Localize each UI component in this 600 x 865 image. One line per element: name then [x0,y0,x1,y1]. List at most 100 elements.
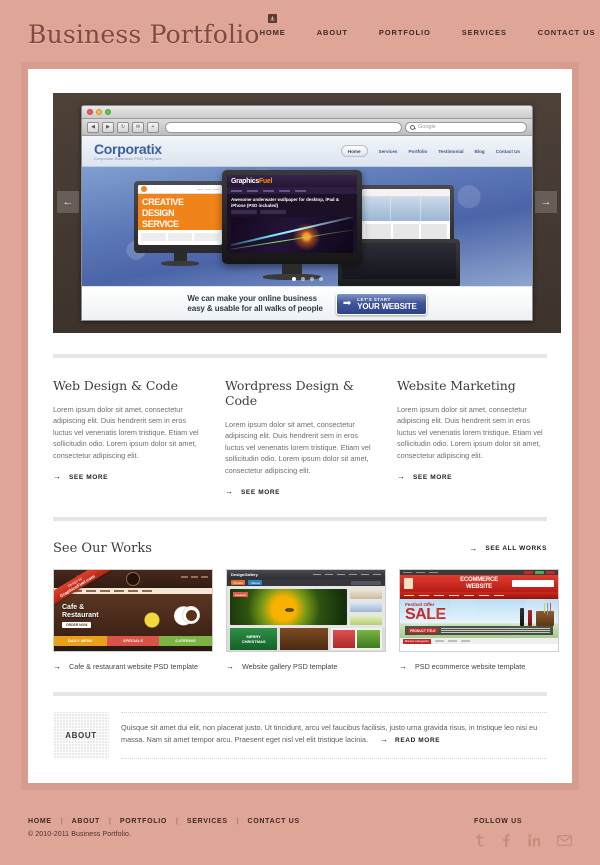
mock-nav-contact-us[interactable]: Contact Us [496,149,520,154]
work-thumbnail-ecommerce[interactable]: ECOMMERCE WEBSITE Festival Offer SALE PR… [399,569,559,653]
search-placeholder: Google [418,124,436,130]
monitor-left-text: CREATIVE DESIGN SERVICE [138,194,222,230]
bookmark-button[interactable]: ✉ [132,121,144,133]
nav-item-services[interactable]: SERVICES [462,29,507,37]
service-column: Wordpress Design & Code Lorem ipsum dolo… [225,378,375,496]
service-title: Web Design & Code [53,378,178,393]
footer-link-portfolio[interactable]: PORTFOLIO [120,818,167,825]
nav-item-portfolio[interactable]: PORTFOLIO [379,29,431,37]
shot-tag-photos: Photos [231,580,246,586]
back-button[interactable]: ◀ [87,121,99,133]
mock-nav-services[interactable]: Services [379,149,398,154]
cta-button-line2: YOUR WEBSITE [357,301,417,311]
mock-nav-blog[interactable]: Blog [475,149,485,154]
footer-link-about[interactable]: ABOUT [72,818,100,825]
nav-item-home[interactable]: HOME [260,14,286,37]
work-item[interactable]: Design by GraphicsFuel.com 123-456-7890 … [53,569,213,671]
site-footer: HOME | ABOUT | PORTFOLIO | SERVICES | CO… [0,812,600,865]
see-all-works[interactable]: → SEE ALL WORKS [469,544,547,553]
shot-tag-videos: Videos [248,580,263,586]
slider-dots[interactable] [82,277,532,281]
service-body: Lorem ipsum dolor sit amet, consectetur … [53,405,199,460]
shot-card-posters [330,628,382,651]
about-body: Quisque sit amet dui elit, non placerat … [121,712,547,760]
work-caption[interactable]: → Website gallery PSD template [226,662,386,671]
mock-nav-portfolio[interactable]: Portfolio [408,149,427,154]
service-see-more[interactable]: → SEE MORE [397,473,547,481]
slider-dot-1[interactable] [291,277,296,281]
shot-offer-label: Festival Offer [405,602,435,608]
slider-prev-button[interactable]: ← [57,191,79,213]
forward-button[interactable]: ▶ [102,121,114,133]
download-icon [268,14,278,24]
browser-toolbar: ◀ ▶ ↻ ✉ + Google [82,119,532,136]
slider-next-button[interactable]: → [535,191,557,213]
site-logo: Business Portfolio [28,19,260,49]
mock-brand-name: Corporatix [94,140,162,157]
footer-link-contact-us[interactable]: CONTACT US [248,818,300,825]
service-title: Website Marketing [397,378,516,393]
hero-slider: ◀ ▶ ↻ ✉ + Google Corporatix Corporate Bu… [53,93,561,333]
divider-services [53,354,547,358]
browser-mockup: ◀ ▶ ↻ ✉ + Google Corporatix Corporate Bu… [81,105,533,321]
shot-card-shelf [280,628,328,651]
works-grid: Design by GraphicsFuel.com 123-456-7890 … [53,569,559,671]
shot-bar-daily-menu: DAILY MENU [54,636,107,647]
service-column: Web Design & Code Lorem ipsum dolor sit … [53,378,203,496]
mock-nav-testimonial[interactable]: Testimonial [438,149,463,154]
close-window-dot [87,109,93,115]
slider-dot-3[interactable] [309,277,314,281]
nav-link-services[interactable]: SERVICES [462,29,507,37]
add-tab-button[interactable]: + [147,121,159,133]
shot-bar-catering: CATERING [159,636,212,647]
about-badge-label: ABOUT [65,731,97,741]
see-more-link[interactable]: SEE MORE [69,474,108,481]
slider-dot-4[interactable] [318,277,323,281]
about-section: ABOUT Quisque sit amet dui elit, non pla… [53,712,547,760]
pens-icon [543,603,551,616]
slider-dot-2[interactable] [300,277,305,281]
nav-link-about[interactable]: ABOUT [317,29,348,37]
shot-brand: DesignGallery [231,572,258,578]
see-more-link[interactable]: SEE MORE [413,474,452,481]
work-thumbnail-gallery[interactable]: DesignGallery Photos Videos Featured MER… [226,569,386,653]
bee-illustration [284,607,294,612]
start-website-button[interactable]: ➡ LET'S START YOUR WEBSITE [335,292,427,315]
search-input[interactable]: Google [405,121,527,133]
footer-separator: | [176,818,178,825]
nav-item-about[interactable]: ABOUT [317,29,348,37]
nav-link-home[interactable]: HOME [260,29,286,37]
monitor-center: GraphicsFuel Awesome underwater wallpape… [222,170,362,280]
service-title: Wordpress Design & Code [225,378,354,408]
graphicsfuel-logo: GraphicsFuel [231,177,273,185]
nav-item-contact-us[interactable]: CONTACT US [538,29,596,37]
mock-nav-home[interactable]: Home [340,145,368,157]
arrow-right-icon: ➡ [342,297,352,309]
service-body: Lorem ipsum dolor sit amet, consectetur … [225,420,371,475]
email-icon[interactable] [557,835,572,846]
work-caption[interactable]: → Cafe & restaurant website PSD template [53,662,213,671]
shot-product-strip: PRODUCT TITLE [405,626,553,636]
footer-navigation: HOME | ABOUT | PORTFOLIO | SERVICES | CO… [28,818,300,825]
work-item[interactable]: ECOMMERCE WEBSITE Festival Offer SALE PR… [399,569,559,671]
works-title: See Our Works [53,541,152,557]
work-thumbnail-cafe[interactable]: Design by GraphicsFuel.com 123-456-7890 … [53,569,213,653]
url-input[interactable] [165,121,402,133]
service-column: Website Marketing Lorem ipsum dolor sit … [397,378,547,496]
read-more-link[interactable]: READ MORE [395,737,440,744]
footer-link-services[interactable]: SERVICES [187,818,228,825]
work-item[interactable]: DesignGallery Photos Videos Featured MER… [226,569,386,671]
twitter-icon[interactable] [474,834,485,847]
see-all-works-link[interactable]: SEE ALL WORKS [485,545,547,552]
footer-link-home[interactable]: HOME [28,818,52,825]
nav-link-contact-us[interactable]: CONTACT US [538,29,596,37]
see-more-link[interactable]: SEE MORE [241,489,280,496]
facebook-icon[interactable] [502,834,511,847]
service-see-more[interactable]: → SEE MORE [225,488,375,496]
service-see-more[interactable]: → SEE MORE [53,473,203,481]
work-caption[interactable]: → PSD ecommerce website template [399,662,559,671]
reload-button[interactable]: ↻ [117,121,129,133]
nav-link-portfolio[interactable]: PORTFOLIO [379,29,431,37]
site-header: Business Portfolio HOME ABOUT PORTFOLIO … [0,0,600,68]
linkedin-icon[interactable] [528,834,540,847]
